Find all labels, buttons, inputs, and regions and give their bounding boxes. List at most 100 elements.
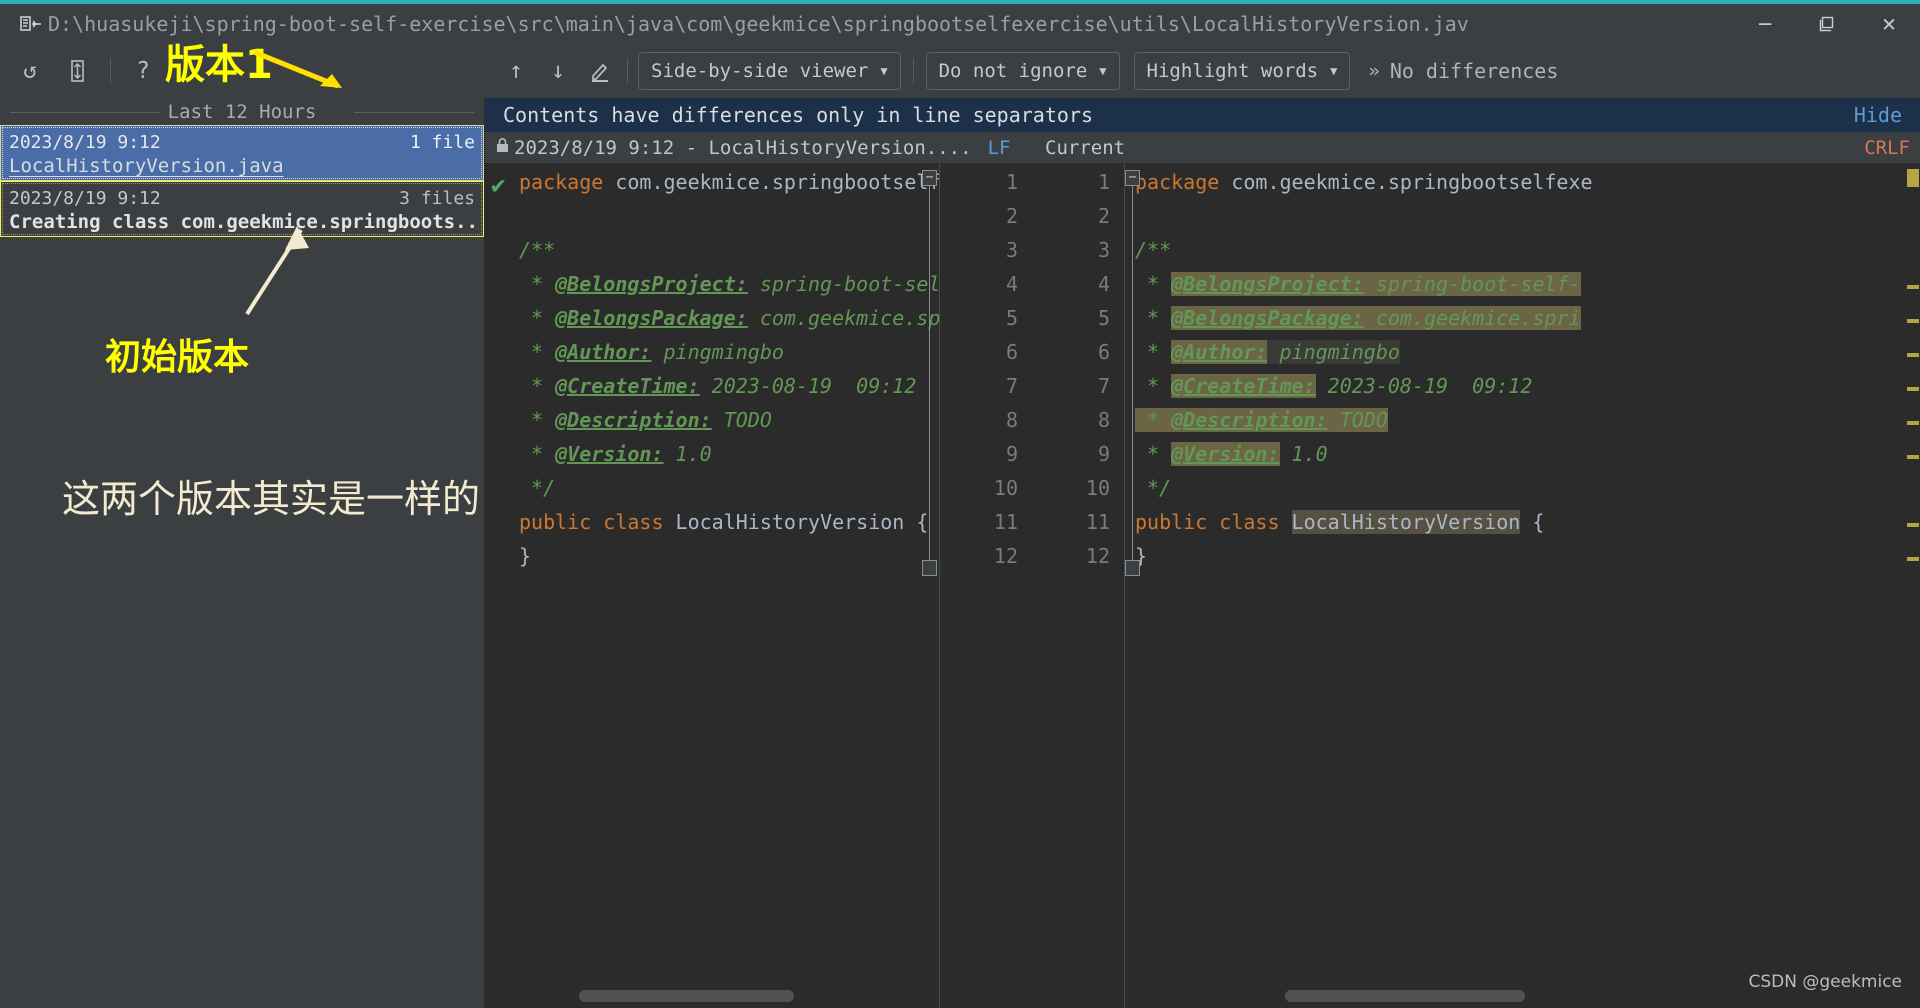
diff-status-label: No differences <box>1389 59 1559 83</box>
code-line: * @Description: TODO <box>1135 403 1920 437</box>
previous-difference-icon[interactable]: ↑ <box>495 44 537 98</box>
code-token: public class <box>519 510 676 534</box>
group-divider-right <box>354 111 474 113</box>
maximize-button[interactable] <box>1796 4 1858 44</box>
line-number: 3 <box>1097 238 1110 262</box>
code-token: com.geekmice.springbootselfe <box>615 170 939 194</box>
fold-range-line <box>1132 186 1133 561</box>
left-horizontal-scrollbar[interactable] <box>579 990 794 1002</box>
code-token: /** <box>519 238 556 262</box>
code-token: LocalHistoryVersion <box>1291 510 1521 534</box>
code-token: @Version: <box>555 442 664 466</box>
help-icon[interactable]: ? <box>121 44 165 98</box>
ignore-policy-combo[interactable]: Do not ignore ▼ <box>925 52 1120 90</box>
code-token: * <box>519 306 556 330</box>
code-token: * <box>519 272 556 296</box>
code-line: * @BelongsPackage: com.geekmice.sp <box>519 301 939 335</box>
history-file-count: 1 file <box>409 131 475 153</box>
left-code-lines: package com.geekmice.springbootselfe /**… <box>519 163 939 573</box>
change-marker <box>1907 169 1919 187</box>
history-date: 2023/8/19 9:12 <box>9 131 161 153</box>
change-marker <box>1907 319 1919 323</box>
diff-body: ✔ package com.geekmice.springbootselfe /… <box>485 163 1920 1008</box>
right-line-number-column: 1 2 3 4 5 6 7 8 9 10 11 12 <box>1032 163 1124 1008</box>
close-button[interactable]: ✕ <box>1858 4 1920 44</box>
code-token: spring-boot-self- <box>1363 272 1581 296</box>
code-line: * @BelongsProject: spring-boot-sel <box>519 267 939 301</box>
list-item[interactable]: 2023/8/19 9:12 3 files Creating class co… <box>0 181 484 237</box>
fold-end-icon[interactable] <box>1125 560 1140 576</box>
code-token: @BelongsPackage: <box>555 306 748 330</box>
code-line: * @BelongsPackage: com.geekmice.spri <box>1135 301 1920 335</box>
code-token: * <box>519 442 556 466</box>
left-code-pane[interactable]: package com.geekmice.springbootselfe /**… <box>519 163 939 1008</box>
code-token: public class <box>1135 510 1292 534</box>
highlight-mode-combo[interactable]: Highlight words ▼ <box>1133 52 1351 90</box>
edit-pencil-icon[interactable] <box>579 44 621 98</box>
fold-end-icon[interactable] <box>922 560 937 576</box>
check-icon: ✔ <box>491 171 506 199</box>
right-horizontal-scrollbar[interactable] <box>1285 990 1525 1002</box>
code-line: * @CreateTime: 2023-08-19 09:12 <box>1135 369 1920 403</box>
change-marker-strip[interactable] <box>1906 163 1920 1008</box>
code-line: * @CreateTime: 2023-08-19 09:12 <box>519 369 939 403</box>
viewer-mode-combo[interactable]: Side-by-side viewer ▼ <box>638 52 901 90</box>
group-divider-left <box>10 111 160 113</box>
code-line: * @Version: 1.0 <box>1135 437 1920 471</box>
code-line: * @BelongsProject: spring-boot-self- <box>1135 267 1920 301</box>
code-line: } <box>1135 539 1920 573</box>
code-line: /** <box>519 233 939 267</box>
code-line: */ <box>519 471 939 505</box>
code-token: @Description: <box>555 408 712 432</box>
minimize-button[interactable]: ─ <box>1734 4 1796 44</box>
code-token: package <box>1135 170 1232 194</box>
code-line: package com.geekmice.springbootselfe <box>519 165 939 199</box>
left-line-separator[interactable]: LF <box>988 137 1011 159</box>
notification-message: Contents have differences only in line s… <box>503 103 1094 127</box>
code-token: TODO <box>1327 408 1388 432</box>
code-token: TODO <box>711 408 772 432</box>
revert-icon[interactable] <box>56 44 100 98</box>
right-version-title: Current <box>1045 136 1126 159</box>
code-token: @Description: <box>1171 408 1328 432</box>
change-marker <box>1907 455 1919 459</box>
fold-collapse-icon[interactable]: − <box>1125 170 1140 186</box>
line-number: 2 <box>1097 204 1110 228</box>
fold-range-line <box>929 186 930 561</box>
fold-collapse-icon[interactable]: − <box>922 170 937 186</box>
toolbar-overflow-icon[interactable]: » <box>1368 60 1379 82</box>
lock-icon <box>495 137 510 159</box>
code-line: public class LocalHistoryVersion { <box>1135 505 1920 539</box>
undo-icon[interactable]: ↺ <box>4 44 56 98</box>
code-token: */ <box>1135 476 1172 500</box>
history-entry-label: LocalHistoryVersion.java <box>9 155 284 177</box>
history-entry-label: Creating class com.geekmice.springboots.… <box>9 211 478 233</box>
line-number: 8 <box>1005 408 1018 432</box>
line-number: 7 <box>1005 374 1018 398</box>
code-token: /** <box>1135 238 1172 262</box>
code-token: com.geekmice.spri <box>1363 306 1581 330</box>
hide-notification-link[interactable]: Hide <box>1854 103 1902 127</box>
line-number: 12 <box>1085 544 1110 568</box>
code-line: public class LocalHistoryVersion { <box>519 505 939 539</box>
right-line-separator[interactable]: CRLF <box>1864 137 1910 159</box>
history-group-header: Last 12 Hours <box>0 98 484 125</box>
code-token: @BelongsProject: <box>555 272 748 296</box>
code-token: 2023-08-19 09:12 <box>1315 374 1533 398</box>
right-code-pane[interactable]: package com.geekmice.springbootselfexe /… <box>1125 163 1920 1008</box>
code-token: * <box>1135 340 1172 364</box>
code-line: */ <box>1135 471 1920 505</box>
title-bar: D:\huasukeji\spring-boot-self-exercise\s… <box>0 4 1920 44</box>
change-marker <box>1907 387 1919 391</box>
code-token: 1.0 <box>1279 442 1328 466</box>
window-controls: ─ ✕ <box>1734 4 1920 44</box>
line-number: 4 <box>1005 272 1018 296</box>
history-group-label: Last 12 Hours <box>159 100 325 123</box>
diff-toolbar: ↺ ? ↑ ↓ Side-by-side viewer ▼ Do not ign… <box>0 44 1920 98</box>
next-difference-icon[interactable]: ↓ <box>537 44 579 98</box>
change-marker <box>1907 557 1919 561</box>
list-item[interactable]: 2023/8/19 9:12 1 file LocalHistoryVersio… <box>0 125 484 181</box>
code-line: * @Description: TODO <box>519 403 939 437</box>
